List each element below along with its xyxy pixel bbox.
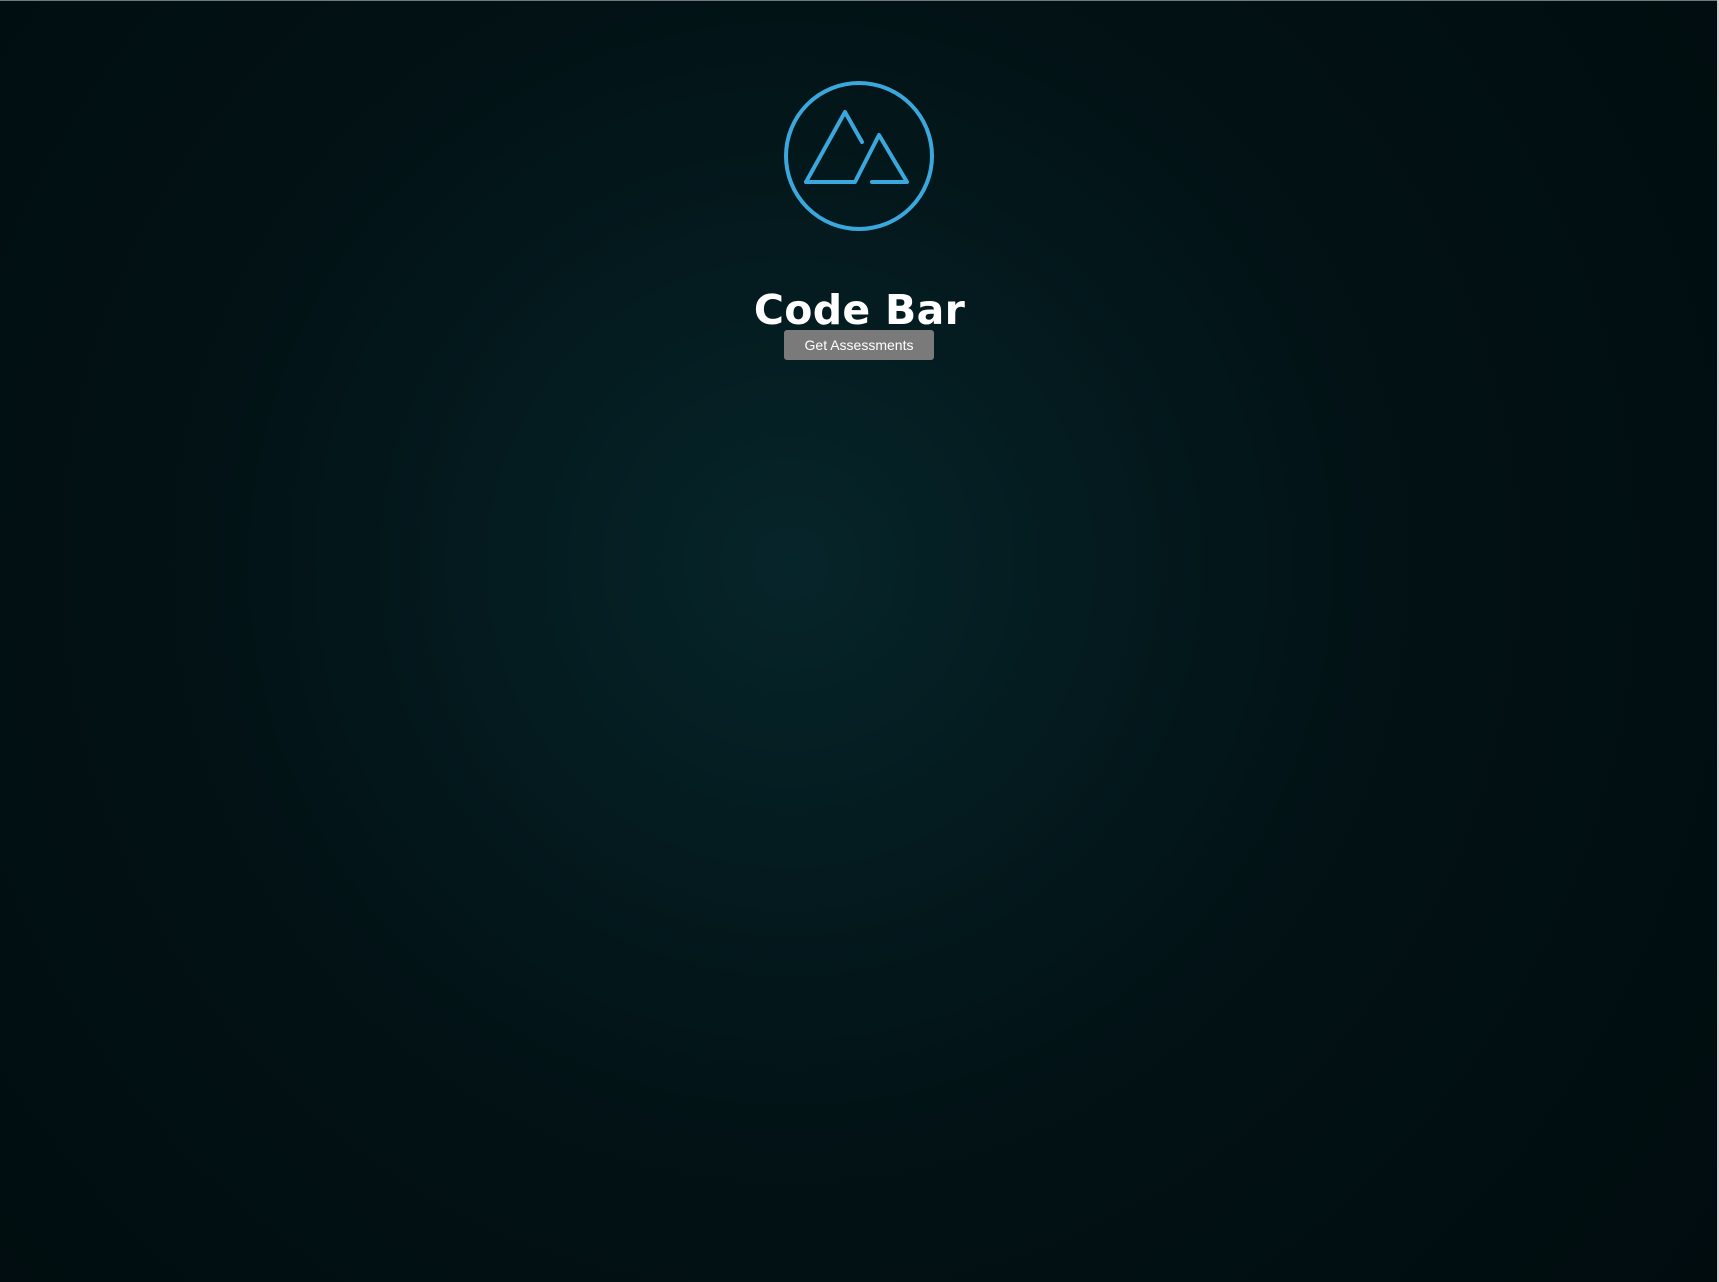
top-border <box>0 0 1719 1</box>
mountain-circle-icon <box>783 80 935 232</box>
get-assessments-button[interactable]: Get Assessments <box>784 330 934 360</box>
